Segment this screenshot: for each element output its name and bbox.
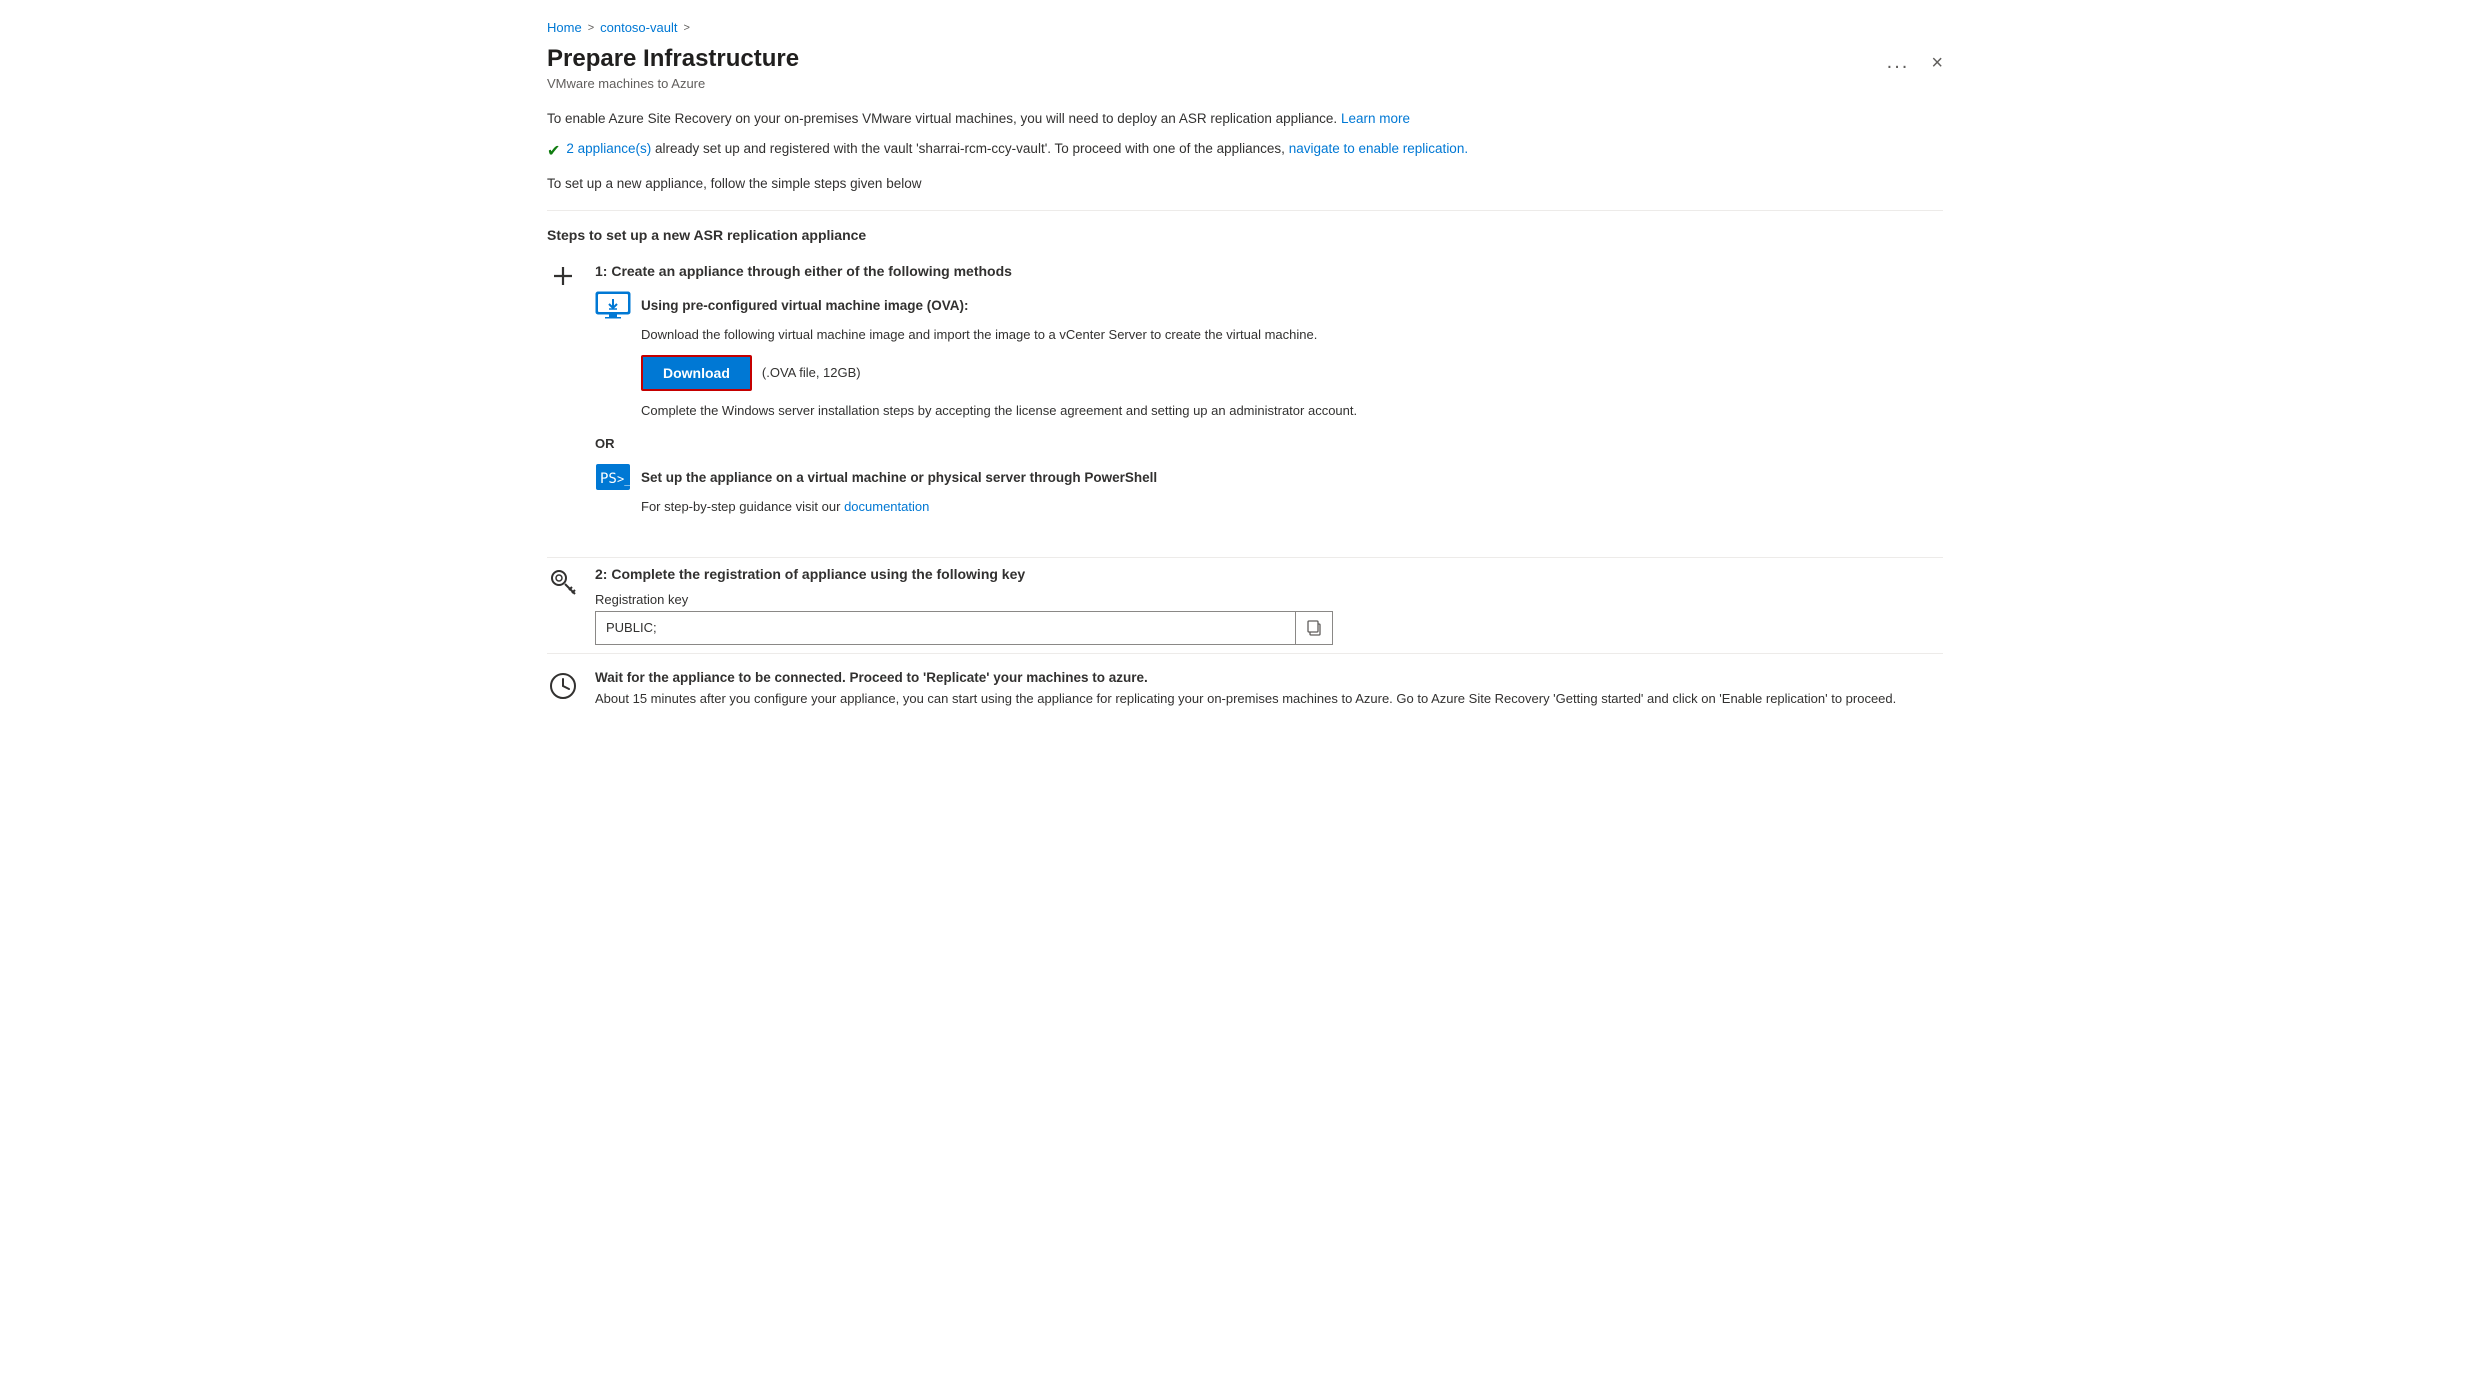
documentation-link[interactable]: documentation bbox=[844, 499, 929, 514]
step1-heading: 1: Create an appliance through either of… bbox=[595, 263, 1943, 279]
step1-block: 1: Create an appliance through either of… bbox=[547, 263, 1943, 533]
info-section: To enable Azure Site Recovery on your on… bbox=[547, 109, 1943, 195]
or-separator: OR bbox=[595, 436, 1943, 451]
powershell-icon: PS >_ bbox=[595, 463, 631, 491]
copy-icon bbox=[1306, 620, 1322, 636]
appliance-status-text: 2 appliance(s) already set up and regist… bbox=[566, 139, 1468, 159]
monitor-download-icon bbox=[595, 291, 631, 319]
close-button[interactable]: × bbox=[1931, 53, 1943, 73]
step2-content: 2: Complete the registration of applianc… bbox=[595, 566, 1943, 645]
step2-block: 2: Complete the registration of applianc… bbox=[547, 557, 1943, 645]
check-icon: ✔ bbox=[547, 140, 560, 164]
ova-method-header: Using pre-configured virtual machine ima… bbox=[595, 291, 1943, 319]
ellipsis-button[interactable]: ... bbox=[1881, 49, 1916, 76]
breadcrumb: Home > contoso-vault > bbox=[547, 20, 1943, 35]
svg-text:PS: PS bbox=[600, 471, 617, 487]
wait-content: Wait for the appliance to be connected. … bbox=[595, 670, 1943, 709]
intro-text: To enable Azure Site Recovery on your on… bbox=[547, 109, 1943, 129]
ps-method-block: PS >_ Set up the appliance on a virtual … bbox=[595, 463, 1943, 517]
breadcrumb-sep2: > bbox=[683, 22, 689, 34]
header-actions: ... × bbox=[1881, 45, 1943, 76]
ps-method-title: Set up the appliance on a virtual machin… bbox=[641, 470, 1157, 485]
ova-method-title: Using pre-configured virtual machine ima… bbox=[641, 298, 969, 313]
new-appliance-text: To set up a new appliance, follow the si… bbox=[547, 174, 1943, 194]
wait-desc: About 15 minutes after you configure you… bbox=[595, 689, 1943, 709]
appliance-count-link[interactable]: 2 appliance(s) bbox=[566, 141, 651, 156]
ova-method-note: Complete the Windows server installation… bbox=[641, 401, 1943, 421]
svg-text:>_: >_ bbox=[617, 472, 631, 486]
learn-more-link[interactable]: Learn more bbox=[1341, 111, 1410, 126]
breadcrumb-home[interactable]: Home bbox=[547, 20, 582, 35]
navigate-link[interactable]: navigate to enable replication. bbox=[1289, 141, 1468, 156]
divider-top bbox=[547, 210, 1943, 211]
ps-method-header: PS >_ Set up the appliance on a virtual … bbox=[595, 463, 1943, 491]
reg-key-input-row bbox=[595, 611, 1943, 645]
ova-method-action: Download (.OVA file, 12GB) bbox=[641, 355, 1943, 391]
wait-block: Wait for the appliance to be connected. … bbox=[547, 653, 1943, 709]
reg-key-label: Registration key bbox=[595, 592, 1943, 607]
appliance-status-row: ✔ 2 appliance(s) already set up and regi… bbox=[547, 139, 1943, 164]
ova-method-desc: Download the following virtual machine i… bbox=[641, 325, 1943, 345]
file-info: (.OVA file, 12GB) bbox=[762, 365, 861, 380]
header-row: Prepare Infrastructure VMware machines t… bbox=[547, 45, 1943, 91]
step2-key-icon bbox=[547, 568, 579, 596]
steps-title: Steps to set up a new ASR replication ap… bbox=[547, 227, 1943, 243]
page-title: Prepare Infrastructure bbox=[547, 45, 1881, 74]
prepare-infrastructure-panel: Home > contoso-vault > Prepare Infrastru… bbox=[515, 0, 1975, 1380]
page-subtitle: VMware machines to Azure bbox=[547, 76, 1881, 91]
step1-plus-icon bbox=[547, 265, 579, 287]
breadcrumb-sep1: > bbox=[588, 22, 594, 34]
ova-method-block: Using pre-configured virtual machine ima… bbox=[595, 291, 1943, 420]
step2-heading: 2: Complete the registration of applianc… bbox=[595, 566, 1943, 582]
breadcrumb-vault[interactable]: contoso-vault bbox=[600, 20, 677, 35]
ps-method-desc: For step-by-step guidance visit our docu… bbox=[641, 497, 1943, 517]
reg-key-input[interactable] bbox=[595, 611, 1295, 645]
copy-button[interactable] bbox=[1295, 611, 1333, 645]
step1-content: 1: Create an appliance through either of… bbox=[595, 263, 1943, 533]
download-button[interactable]: Download bbox=[641, 355, 752, 391]
wait-clock-icon bbox=[547, 672, 579, 700]
title-block: Prepare Infrastructure VMware machines t… bbox=[547, 45, 1881, 91]
wait-heading: Wait for the appliance to be connected. … bbox=[595, 670, 1943, 685]
